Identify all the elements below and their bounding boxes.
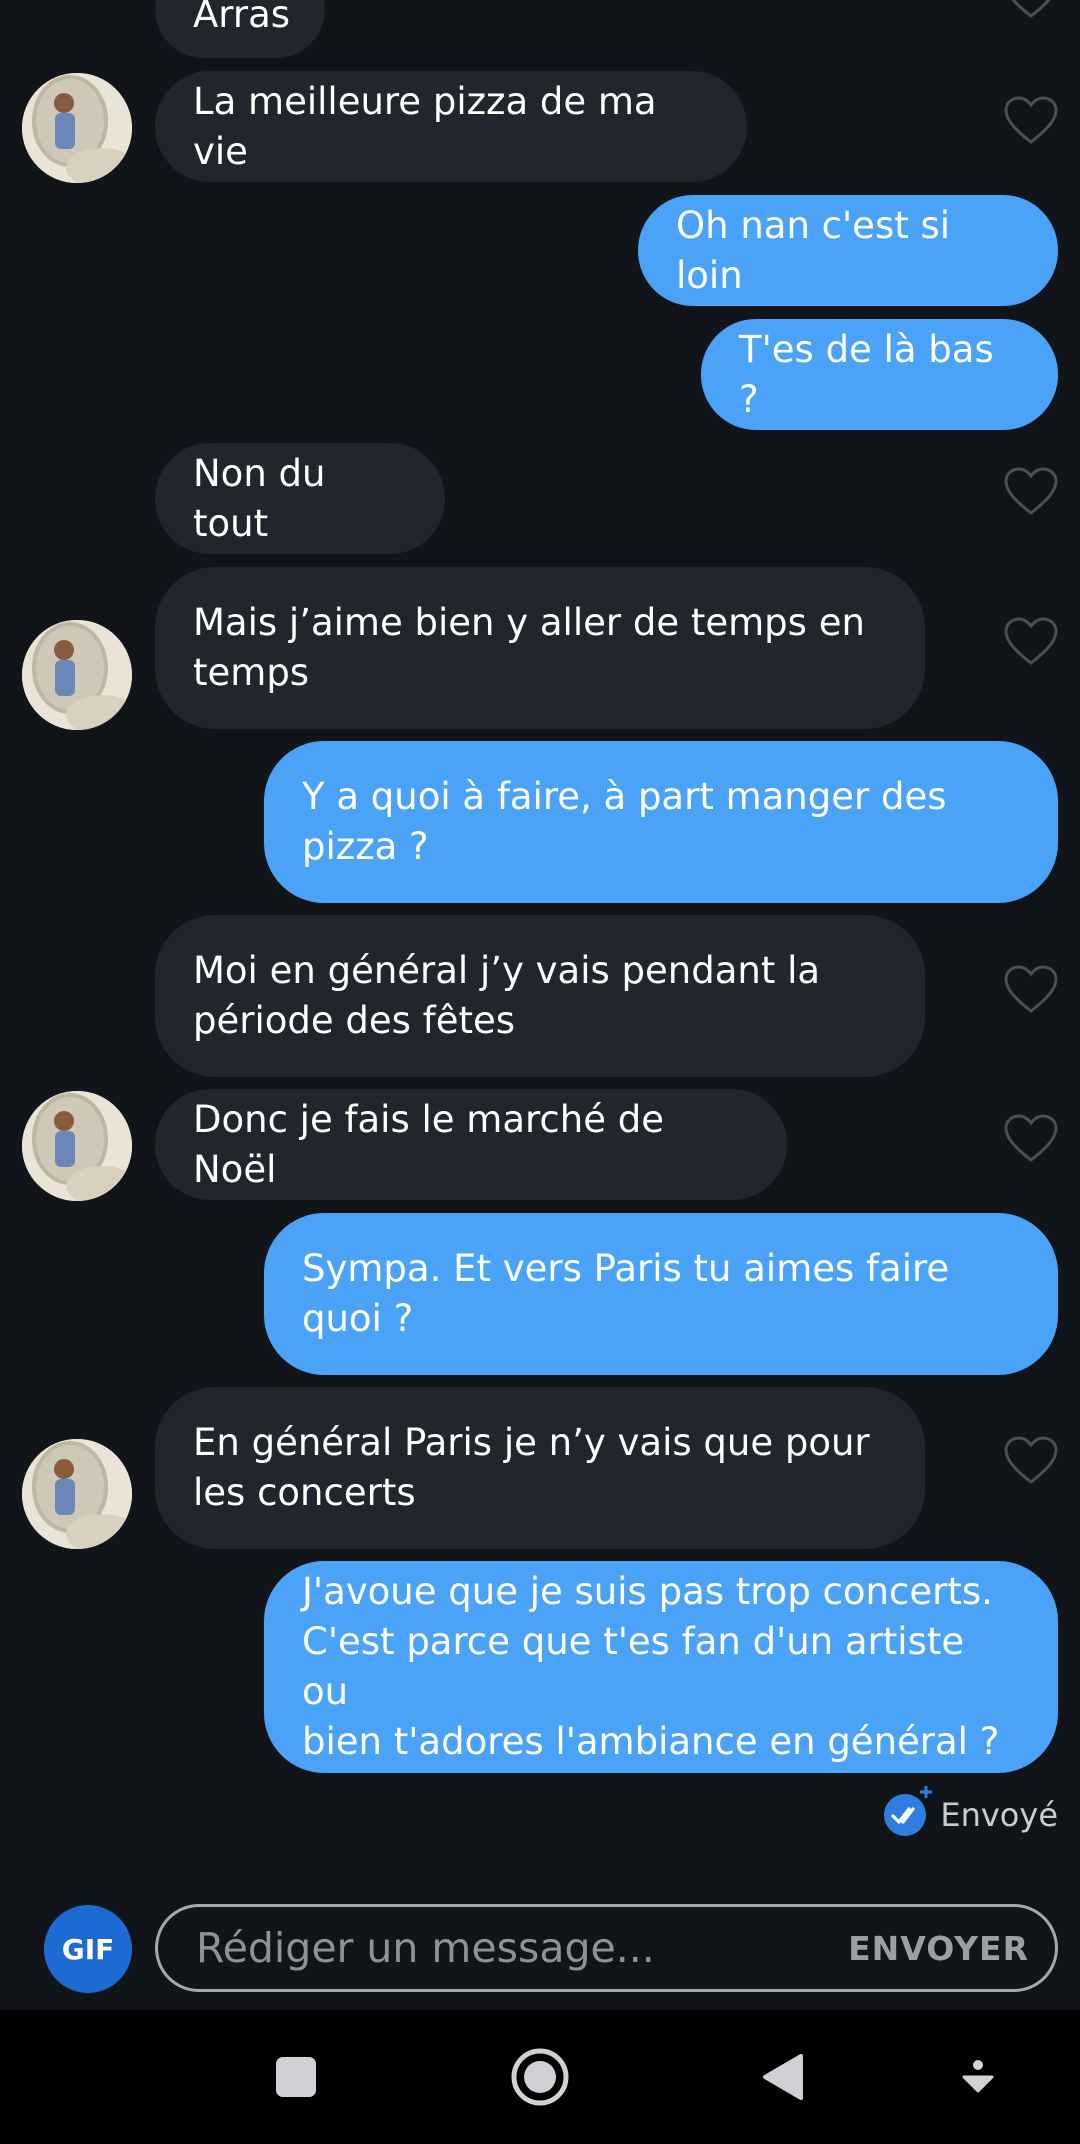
message-text: Y a quoi à faire, à part manger des pizz… <box>302 775 947 868</box>
sent-message[interactable]: Oh nan c'est si loin <box>638 195 1058 306</box>
sent-message[interactable]: J'avoue que je suis pas trop concerts. C… <box>264 1561 1058 1773</box>
message-text: Donc je fais le marché de Noël <box>193 1097 664 1191</box>
chat-thread: Arras La meilleure pizza de ma vie Oh na… <box>0 0 1080 2010</box>
gif-button[interactable]: GIF <box>44 1905 132 1993</box>
notification-down-icon[interactable] <box>928 2010 1028 2144</box>
send-button[interactable]: ENVOYER <box>848 1907 1029 1989</box>
message-text: J'avoue que je suis pas trop concerts. C… <box>302 1570 1000 1763</box>
received-message[interactable]: La meilleure pizza de ma vie <box>155 71 747 182</box>
sent-message[interactable]: T'es de là bas ? <box>701 319 1058 430</box>
message-text: La meilleure pizza de ma vie <box>193 79 657 173</box>
avatar[interactable] <box>22 1439 132 1549</box>
received-message[interactable]: Arras <box>155 0 325 58</box>
sent-message[interactable]: Y a quoi à faire, à part manger des pizz… <box>264 741 1058 903</box>
heart-icon[interactable] <box>1003 467 1059 517</box>
heart-icon[interactable] <box>1003 1436 1059 1486</box>
received-message[interactable]: En général Paris je n’y vais que pour le… <box>155 1387 925 1549</box>
avatar[interactable] <box>22 1091 132 1201</box>
sent-message[interactable]: Sympa. Et vers Paris tu aimes faire quoi… <box>264 1213 1058 1375</box>
heart-icon[interactable] <box>1003 965 1059 1015</box>
message-text: Non du tout <box>193 451 326 545</box>
message-composer: GIF ENVOYER <box>0 1880 1080 2010</box>
received-message[interactable]: Moi en général j’y vais pendant la pério… <box>155 915 925 1077</box>
message-text: Moi en général j’y vais pendant la pério… <box>193 949 821 1042</box>
recents-square-icon[interactable] <box>246 2010 346 2144</box>
received-message[interactable]: Mais j’aime bien y aller de temps en tem… <box>155 567 925 729</box>
message-text: Sympa. Et vers Paris tu aimes faire quoi… <box>302 1247 950 1340</box>
heart-icon[interactable] <box>1003 617 1059 667</box>
delivery-status: Envoyé <box>884 1786 1058 1840</box>
message-text: T'es de là bas ? <box>739 327 994 421</box>
home-circle-icon[interactable] <box>490 2010 590 2144</box>
status-text: Envoyé <box>940 1796 1058 1834</box>
message-input[interactable] <box>196 1907 776 1989</box>
avatar[interactable] <box>22 73 132 183</box>
navigation-bar <box>0 2010 1080 2144</box>
message-text: Oh nan c'est si loin <box>676 203 951 297</box>
plus-icon <box>920 1786 933 1798</box>
double-check-icon <box>884 1786 933 1836</box>
message-text: Arras <box>193 0 291 36</box>
heart-icon[interactable] <box>1003 0 1059 20</box>
heart-icon[interactable] <box>1003 1114 1059 1164</box>
message-text: Mais j’aime bien y aller de temps en tem… <box>193 601 865 694</box>
received-message[interactable]: Donc je fais le marché de Noël <box>155 1089 787 1200</box>
message-input-container[interactable]: ENVOYER <box>155 1904 1058 1992</box>
received-message[interactable]: Non du tout <box>155 443 445 554</box>
back-triangle-icon[interactable] <box>733 2010 833 2144</box>
avatar[interactable] <box>22 620 132 730</box>
heart-icon[interactable] <box>1003 96 1059 146</box>
message-text: En général Paris je n’y vais que pour le… <box>193 1421 870 1514</box>
